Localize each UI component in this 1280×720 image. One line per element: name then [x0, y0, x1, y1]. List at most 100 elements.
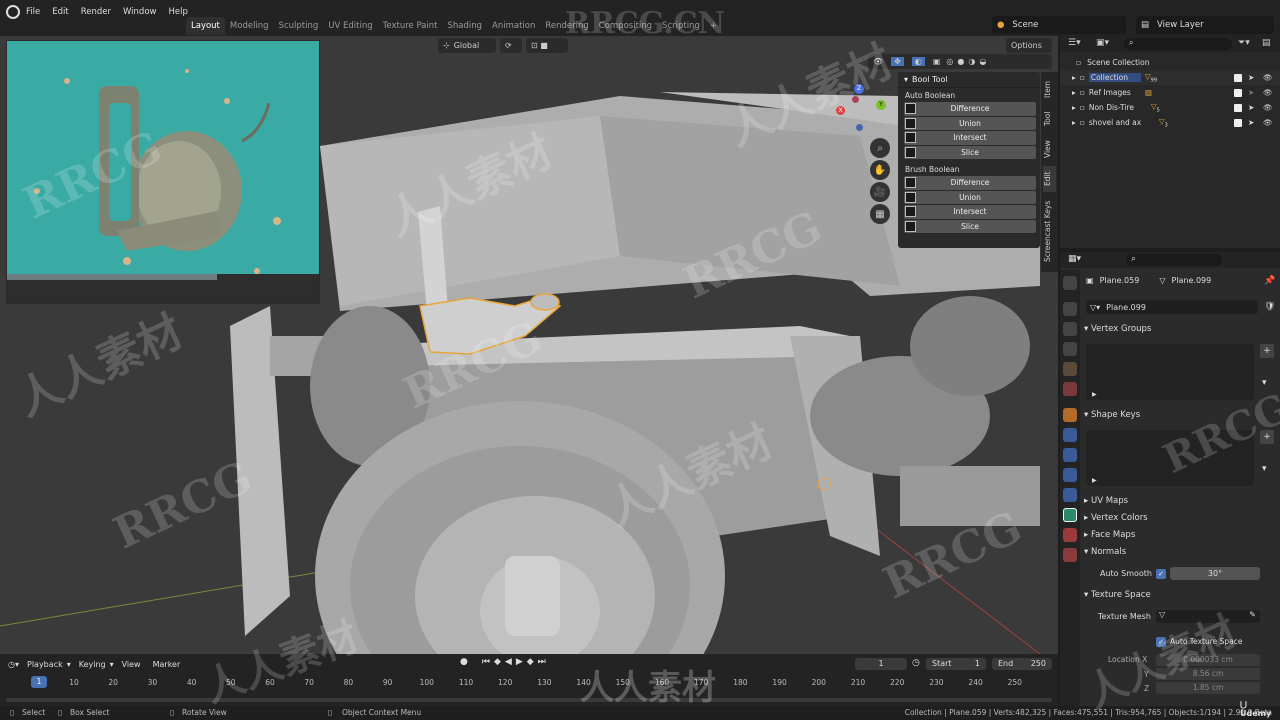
next-keyframe-icon[interactable]: ◆ [527, 657, 534, 667]
visibility-eye-icon[interactable]: 👁 [1263, 118, 1273, 127]
shape-keys-list[interactable]: ▶ [1086, 430, 1254, 486]
viewport-shading-toolbar[interactable]: 👁 ✥ ◐ ▣ ◎ ● ◑ ◒ [868, 54, 1052, 69]
world-tab-icon[interactable] [1063, 382, 1077, 396]
visibility-eye-icon[interactable]: 👁 [1263, 103, 1273, 112]
transform-orientation-dropdown[interactable]: ⊹ Global [438, 38, 496, 53]
eyedropper-icon[interactable]: ✎ [1249, 610, 1256, 619]
play-reverse-icon[interactable]: ◀ [505, 657, 512, 667]
shape-keys-header[interactable]: ▾ Shape Keys [1084, 410, 1140, 420]
jump-end-icon[interactable]: ⏭ [538, 657, 546, 667]
gizmo-neg-x[interactable] [852, 96, 859, 103]
editor-type-icon[interactable]: ◷▾ [8, 660, 19, 669]
add-workspace-button[interactable]: + [705, 17, 722, 35]
start-frame-field[interactable]: Start 1 [926, 658, 986, 670]
xray-icon[interactable]: ▣ [933, 57, 941, 66]
tab-shading[interactable]: Shading [442, 17, 487, 35]
auto-intersect-button[interactable]: Intersect [904, 131, 1036, 145]
pin-icon[interactable]: 📌 [1264, 276, 1275, 286]
timeline-scrollbar[interactable] [6, 698, 1052, 702]
exclude-checkbox[interactable] [1234, 103, 1242, 112]
gizmo-toggle-icon[interactable]: ✥ [891, 57, 904, 66]
prev-keyframe-icon[interactable]: ◆ [494, 657, 501, 667]
sidebar-tab-view[interactable]: View [1043, 136, 1056, 162]
auto-texture-space-checkbox[interactable]: ✓ [1156, 637, 1166, 647]
outliner-scene-collection[interactable]: ▫ Scene Collection [1060, 55, 1280, 70]
tab-layout[interactable]: Layout [186, 17, 225, 35]
auto-difference-button[interactable]: Difference [904, 102, 1036, 116]
filter-icon[interactable]: ⏷▾ [1238, 38, 1250, 48]
tool-tab-icon[interactable] [1063, 276, 1077, 290]
navigation-gizmo[interactable]: Z Y X [830, 82, 890, 138]
constraints-tab-icon[interactable] [1063, 488, 1077, 502]
expand-arrow-icon[interactable]: ▸ [1072, 103, 1076, 112]
menu-help[interactable]: Help [162, 7, 193, 17]
particles-tab-icon[interactable] [1063, 448, 1077, 462]
view-layer-tab-icon[interactable] [1063, 342, 1077, 356]
tab-sculpting[interactable]: Sculpting [274, 17, 324, 35]
add-shape-key-button[interactable]: + [1260, 430, 1274, 444]
tab-modeling[interactable]: Modeling [225, 17, 274, 35]
wireframe-shading-icon[interactable]: ◎ [946, 57, 953, 66]
menu-render[interactable]: Render [75, 7, 117, 17]
sidebar-tab-tool[interactable]: Tool [1043, 106, 1056, 132]
options-dropdown[interactable]: Options [1006, 38, 1052, 53]
bool-tool-title[interactable]: ▾ Bool Tool [898, 72, 1040, 88]
pan-view-icon[interactable]: ✋ [870, 160, 890, 180]
material-tab-icon[interactable] [1063, 528, 1077, 542]
menu-file[interactable]: File [20, 7, 46, 17]
list-expand-icon[interactable]: ▶ [1092, 477, 1097, 484]
expand-arrow-icon[interactable]: ▸ [1072, 88, 1076, 97]
outliner-row-collection[interactable]: ▸ ▫ Collection ▽99 ➤ 👁 [1060, 70, 1280, 85]
tab-animation[interactable]: Animation [487, 17, 540, 35]
overlay-toggle-icon[interactable]: ◐ [911, 57, 925, 66]
end-frame-field[interactable]: End 250 [992, 658, 1052, 670]
texture-mesh-field[interactable]: ▽ ✎ [1156, 610, 1260, 623]
tab-compositing[interactable]: Compositing [594, 17, 657, 35]
tab-rendering[interactable]: Rendering [540, 17, 593, 35]
timeline-menu-keying[interactable]: Keying [79, 660, 106, 669]
visibility-eye-icon[interactable]: 👁 [1263, 88, 1273, 97]
auto-slice-button[interactable]: Slice [904, 145, 1036, 159]
sidebar-tab-item[interactable]: Item [1043, 76, 1056, 102]
outliner-row-shovel-and-ax[interactable]: ▸ ▫ shovel and ax ▽3 ➤ 👁 [1060, 115, 1280, 130]
brush-intersect-button[interactable]: Intersect [904, 205, 1036, 219]
gizmo-y-axis[interactable]: Y [876, 100, 886, 110]
display-mode-icon[interactable]: ▣▾ [1096, 38, 1109, 48]
menu-window[interactable]: Window [117, 7, 163, 17]
editor-type-icon[interactable]: ☰▾ [1068, 38, 1081, 48]
jump-start-icon[interactable]: ⏮ [482, 657, 490, 667]
auto-union-button[interactable]: Union [904, 116, 1036, 130]
visibility-icon[interactable]: 👁 [873, 57, 883, 66]
play-icon[interactable]: ▶ [516, 657, 523, 667]
gizmo-neg-z[interactable] [856, 124, 863, 131]
exclude-checkbox[interactable] [1234, 88, 1242, 97]
view-layer-selector[interactable]: ▤ View Layer [1136, 16, 1274, 34]
material-shading-icon[interactable]: ◑ [968, 57, 975, 66]
brush-difference-button[interactable]: Difference [904, 176, 1036, 190]
sidebar-tab-screencast-keys[interactable]: Screencast Keys [1043, 196, 1056, 266]
current-frame-field[interactable]: 1 [855, 658, 907, 670]
modifier-tab-icon[interactable] [1063, 428, 1077, 442]
fake-user-icon[interactable]: 🛡 [1264, 302, 1275, 312]
snapping-toggle[interactable]: ⊡ ■ [526, 38, 568, 53]
editor-type-icon[interactable]: ▦▾ [1068, 254, 1081, 264]
texture-tab-icon[interactable] [1063, 548, 1077, 562]
record-icon[interactable]: ● [460, 657, 468, 667]
shape-key-menu-icon[interactable]: ▾ [1262, 464, 1267, 474]
expand-arrow-icon[interactable]: ▸ [1072, 73, 1076, 82]
orthographic-toggle-icon[interactable]: ▦ [870, 204, 890, 224]
tab-uv-editing[interactable]: UV Editing [323, 17, 377, 35]
location-x-field[interactable]: 0.000033 cm [1156, 654, 1260, 666]
outliner-row-non-dis-tire[interactable]: ▸ ▫ Non Dis-Tire ▽5 ➤ 👁 [1060, 100, 1280, 115]
face-maps-header[interactable]: ▸ Face Maps [1084, 530, 1135, 540]
normals-header[interactable]: ▾ Normals [1084, 547, 1126, 557]
outliner-search-input[interactable]: ⌕ [1124, 38, 1232, 50]
vertex-groups-header[interactable]: ▾ Vertex Groups [1084, 324, 1151, 334]
properties-search-input[interactable]: ⌕ [1126, 254, 1222, 266]
vertex-colors-header[interactable]: ▸ Vertex Colors [1084, 513, 1148, 523]
scene-tab-icon[interactable] [1063, 362, 1077, 376]
object-tab-icon[interactable] [1063, 408, 1077, 422]
scene-selector[interactable]: ● Scene [992, 16, 1126, 34]
timeline-menu-marker[interactable]: Marker [153, 660, 181, 669]
select-toggle-icon[interactable]: ➤ [1248, 118, 1254, 127]
